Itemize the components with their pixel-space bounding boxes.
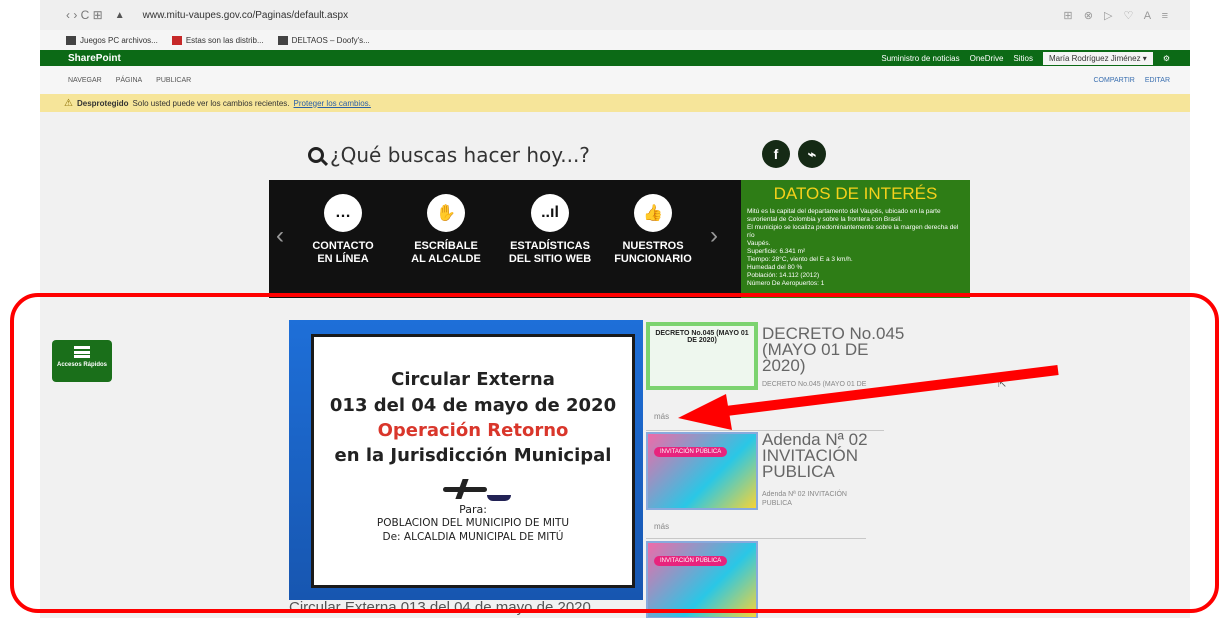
settings-gear-icon[interactable]: ⚙ (1163, 54, 1170, 63)
news-title-decreto[interactable]: DECRETO No.045 (MAYO 01 DE 2020) (762, 325, 904, 374)
carousel-prev-icon[interactable]: ‹ (276, 222, 284, 250)
bookmark-item[interactable]: Estas son las distrib... (171, 35, 264, 45)
hand-icon: ✋ (427, 194, 465, 232)
user-menu[interactable]: María Rodríguez Jiménez ▾ (1042, 51, 1153, 65)
ribbon-tabs: NAVEGAR PÁGINA PUBLICAR COMPARTIR EDITAR (40, 66, 1190, 94)
tab-navegar[interactable]: NAVEGAR (68, 77, 102, 84)
menu-label-line1: ESTADÍSTICAS (510, 240, 590, 252)
mouse-cursor-icon: ⇱ (998, 379, 1007, 390)
menu-contacto-en-linea[interactable]: … CONTACTO EN LÍNEA (300, 194, 386, 266)
menu-nuestros-funcionario[interactable]: 👍 NUESTROS FUNCIONARIO (610, 194, 696, 266)
bookmark-icon (277, 35, 288, 45)
circular-card: Circular Externa 013 del 04 de mayo de 2… (311, 334, 635, 588)
suite-link-news[interactable]: Suministro de noticias (881, 54, 959, 63)
menu-label-line2: DEL SITIO WEB (508, 253, 592, 265)
sharepoint-logo[interactable]: SharePoint (68, 53, 121, 64)
circular-caption[interactable]: Circular Externa 013 del 04 de mayo de 2… (289, 599, 591, 616)
address-bar[interactable]: www.mitu-vaupes.gov.co/Paginas/default.a… (143, 10, 348, 21)
rss-icon[interactable]: ⌁ (798, 140, 826, 168)
news-thumb-adenda[interactable]: INVITACIÓN PÚBLICA (646, 432, 758, 510)
chat-icon: … (324, 194, 362, 232)
suite-links: Suministro de noticias OneDrive Sitios M… (881, 50, 1170, 66)
warning-text: Solo usted puede ver los cambios recient… (132, 98, 290, 108)
datos-de-interes-panel: DATOS DE INTERÉS Mitú es la capital del … (741, 180, 970, 298)
browser-toolbar: ‹ › C ⊞ ▲ www.mitu-vaupes.gov.co/Paginas… (40, 0, 1190, 30)
circular-line1: Circular Externa (391, 369, 555, 390)
circular-sender: De: ALCALDIA MUNICIPAL DE MITÚ (382, 531, 564, 543)
featured-circular-banner[interactable]: Circular Externa 013 del 04 de mayo de 2… (289, 320, 643, 600)
bookmark-item[interactable]: Juegos PC archivos... (66, 35, 158, 45)
menu-label-line1: ESCRÍBALE (414, 240, 478, 252)
menu-label-line2: EN LÍNEA (317, 253, 369, 265)
site-search[interactable]: ¿Qué buscas hacer hoy...? (308, 143, 590, 167)
warning-status: Desprotegido (76, 98, 129, 108)
datos-title: DATOS DE INTERÉS (773, 184, 938, 203)
bookmarks-bar: Juegos PC archivos... Estas son las dist… (40, 30, 1190, 50)
bookmark-icon (171, 35, 182, 45)
circular-line3: Operación Retorno (377, 420, 569, 441)
warning-icon: ▲ (114, 9, 125, 21)
more-link[interactable]: más (654, 522, 669, 531)
news-title-adenda[interactable]: Adenda Nª 02 INVITACIÓN PUBLICA (762, 431, 868, 480)
quick-access-label: Accesos Rápidos (56, 362, 108, 368)
browser-window: ‹ › C ⊞ ▲ www.mitu-vaupes.gov.co/Paginas… (40, 0, 1190, 618)
bookmark-icon (66, 35, 76, 45)
bar-chart-icon: ..ıl (531, 194, 569, 232)
menu-estadisticas[interactable]: ..ıl ESTADÍSTICAS DEL SITIO WEB (507, 194, 593, 266)
menu-label-line2: AL ALCALDE (411, 253, 481, 265)
quick-access-button[interactable]: Accesos Rápidos (52, 340, 112, 382)
news-divider (646, 538, 866, 539)
datos-text: Mitú es la capital del departamento del … (747, 208, 959, 287)
protect-changes-link[interactable]: Proteger los cambios. (294, 99, 371, 108)
circular-line2: 013 del 04 de mayo de 2020 (329, 395, 617, 416)
share-button[interactable]: COMPARTIR (1093, 77, 1134, 84)
browser-nav-buttons[interactable]: ‹ › C ⊞ (66, 8, 103, 22)
news-sub-adenda: Adenda Nª 02 INVITACIÓN PUBLICA (762, 491, 847, 507)
tab-pagina[interactable]: PÁGINA (116, 77, 142, 84)
menu-label-line1: CONTACTO (312, 240, 374, 252)
edit-button[interactable]: EDITAR (1145, 77, 1170, 84)
bookmark-item[interactable]: DELTAOS – Doofy's... (277, 35, 370, 45)
checkout-warning-bar: ⚠ Desprotegido Solo usted puede ver los … (40, 94, 1190, 112)
search-icon (308, 147, 324, 163)
circular-para: Para: (459, 503, 487, 516)
menu-label-line2: FUNCIONARIO (614, 253, 692, 265)
suite-link-onedrive[interactable]: OneDrive (970, 54, 1004, 63)
menu-escribale-al-alcalde[interactable]: ✋ ESCRÍBALE AL ALCALDE (403, 194, 489, 266)
news-thumb-invitacion[interactable]: INVITACIÓN PÚBLICA (646, 541, 758, 618)
decreto-thumb-title: DECRETO No.045 (MAYO 01 DE 2020) (655, 330, 749, 344)
invitation-pill: INVITACIÓN PÚBLICA (654, 556, 728, 566)
invitation-pill: INVITACIÓN PÚBLICA (654, 447, 728, 457)
extension-icons[interactable]: ⊞ ⊗ ▷ ♡ A ≡ (1063, 9, 1172, 22)
ribbon-actions: COMPARTIR EDITAR (1093, 77, 1170, 84)
suite-link-sites[interactable]: Sitios (1013, 54, 1033, 63)
hamburger-icon (74, 346, 90, 358)
search-placeholder: ¿Qué buscas hacer hoy...? (330, 143, 590, 167)
more-link[interactable]: más (654, 412, 669, 421)
tab-publicar[interactable]: PUBLICAR (156, 77, 191, 84)
sharepoint-suite-bar: SharePoint Suministro de noticias OneDri… (40, 50, 1190, 66)
thumbs-up-icon: 👍 (634, 194, 672, 232)
facebook-icon[interactable]: f (762, 140, 790, 168)
airplane-boat-icon (433, 477, 513, 501)
carousel-next-icon[interactable]: › (710, 222, 718, 250)
menu-label-line1: NUESTROS (622, 240, 684, 252)
warning-triangle-icon: ⚠ (64, 97, 73, 109)
circular-line4: en la Jurisdicción Municipal (334, 445, 612, 466)
news-sub-decreto: DECRETO No.045 (MAYO 01 DE (762, 381, 867, 388)
news-thumb-decreto[interactable]: DECRETO No.045 (MAYO 01 DE 2020) (646, 322, 758, 390)
circular-recipient: POBLACION DEL MUNICIPIO DE MITU (376, 517, 570, 529)
